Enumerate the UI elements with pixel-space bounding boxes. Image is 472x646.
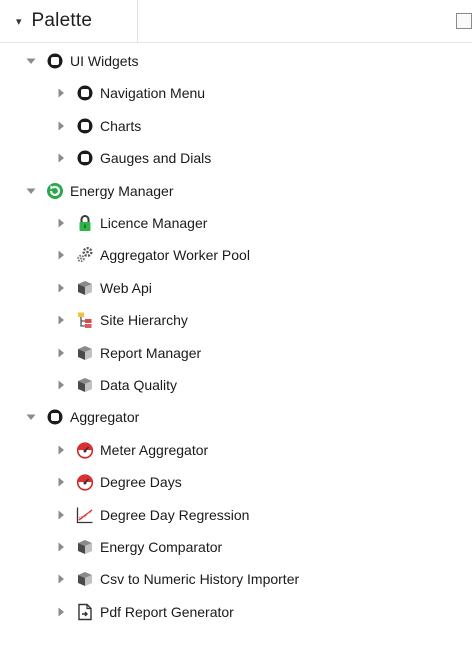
caret-right-icon[interactable]: [54, 151, 68, 165]
caret-right-icon[interactable]: [54, 508, 68, 522]
float-window-icon[interactable]: [456, 13, 472, 29]
tree-item-label: Energy Manager: [70, 182, 174, 199]
tree-item-label: Degree Days: [100, 474, 182, 491]
caret-right-icon[interactable]: [54, 313, 68, 327]
caret-down-icon[interactable]: ▾: [16, 15, 22, 28]
meter-icon: [76, 441, 94, 459]
tree-item[interactable]: Pdf Report Generator: [0, 596, 472, 628]
tree-item[interactable]: UI Widgets: [0, 45, 472, 77]
folder-icon: [76, 84, 94, 102]
caret-right-icon[interactable]: [54, 216, 68, 230]
palette-tab[interactable]: ▾ Palette: [0, 0, 138, 42]
tree-item[interactable]: Csv to Numeric History Importer: [0, 563, 472, 595]
report-icon: [76, 603, 94, 621]
caret-right-icon[interactable]: [54, 572, 68, 586]
hierarchy-icon: [76, 311, 94, 329]
caret-right-icon[interactable]: [54, 475, 68, 489]
tree-item[interactable]: Web Api: [0, 272, 472, 304]
lock-icon: [76, 214, 94, 232]
caret-right-icon[interactable]: [54, 443, 68, 457]
palette-title: Palette: [31, 10, 93, 31]
meter-icon: [76, 473, 94, 491]
tree-item-label: Aggregator Worker Pool: [100, 247, 250, 264]
tree-item[interactable]: Site Hierarchy: [0, 304, 472, 336]
tree-item-label: Data Quality: [100, 377, 178, 393]
tree-item[interactable]: Aggregator: [0, 401, 472, 433]
caret-right-icon[interactable]: [54, 248, 68, 262]
tree-item[interactable]: Charts: [0, 110, 472, 142]
box-icon: [76, 376, 94, 394]
tree-item-label: Web Api: [100, 279, 152, 296]
caret-right-icon[interactable]: [54, 540, 68, 554]
caret-right-icon[interactable]: [54, 378, 68, 392]
caret-right-icon[interactable]: [54, 86, 68, 100]
tree-item-label: Pdf Report Generator: [100, 603, 234, 620]
tree-item-label: UI Widgets: [70, 53, 139, 69]
folder-icon: [76, 117, 94, 135]
tree-item[interactable]: Aggregator Worker Pool: [0, 239, 472, 271]
caret-down-icon[interactable]: [24, 184, 38, 198]
caret-down-icon[interactable]: [24, 410, 38, 424]
box-icon: [76, 279, 94, 297]
tree-item-label: Gauges and Dials: [100, 150, 212, 167]
tree-item-label: Charts: [100, 117, 142, 134]
tree-item[interactable]: Navigation Menu: [0, 77, 472, 109]
box-icon: [76, 538, 94, 556]
tree-item-label: Meter Aggregator: [100, 441, 209, 458]
tree-item-label: Licence Manager: [100, 215, 208, 231]
gears-icon: [76, 246, 94, 264]
tree-item[interactable]: Licence Manager: [0, 207, 472, 239]
tree-item-label: Csv to Numeric History Importer: [100, 571, 300, 588]
caret-right-icon[interactable]: [54, 346, 68, 360]
tree-item[interactable]: Degree Day Regression: [0, 499, 472, 531]
tree-item[interactable]: Degree Days: [0, 466, 472, 498]
tree-item[interactable]: Data Quality: [0, 369, 472, 401]
tree-item-label: Degree Day Regression: [100, 506, 250, 523]
tree-item[interactable]: Meter Aggregator: [0, 434, 472, 466]
tree-item[interactable]: Energy Manager: [0, 175, 472, 207]
box-icon: [76, 570, 94, 588]
tree-item-label: Site Hierarchy: [100, 312, 188, 329]
tree-item-label: Energy Comparator: [100, 539, 223, 555]
box-icon: [76, 344, 94, 362]
tree-item-label: Navigation Menu: [100, 85, 206, 102]
caret-right-icon[interactable]: [54, 119, 68, 133]
folder-icon: [46, 408, 64, 426]
caret-down-icon[interactable]: [24, 54, 38, 68]
palette-header: ▾ Palette: [0, 0, 472, 43]
caret-right-icon[interactable]: [54, 281, 68, 295]
tree-item[interactable]: Energy Comparator: [0, 531, 472, 563]
tree-item-label: Aggregator: [70, 409, 140, 426]
tree-item-label: Report Manager: [100, 344, 202, 361]
tree-item[interactable]: Report Manager: [0, 337, 472, 369]
energy-manager-icon: [46, 182, 64, 200]
regression-chart-icon: [76, 506, 94, 524]
folder-icon: [76, 149, 94, 167]
caret-right-icon[interactable]: [54, 605, 68, 619]
tree-item[interactable]: Gauges and Dials: [0, 142, 472, 174]
folder-icon: [46, 52, 64, 70]
